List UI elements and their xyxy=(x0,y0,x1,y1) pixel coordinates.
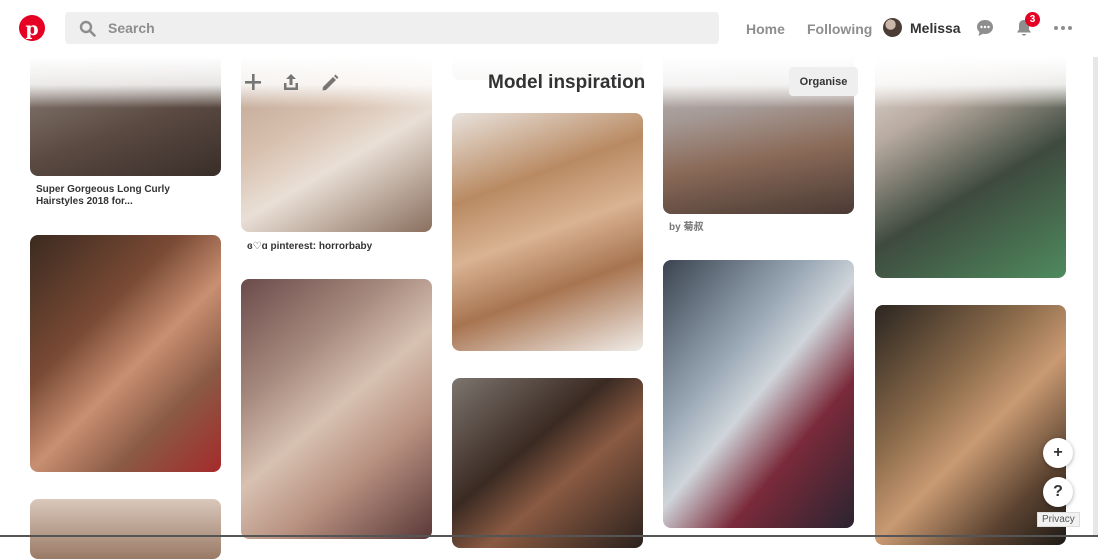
scrollbar-track[interactable] xyxy=(1093,0,1098,537)
add-pin-button[interactable] xyxy=(241,70,265,94)
more-icon xyxy=(1054,26,1072,30)
share-board-button[interactable] xyxy=(279,70,303,94)
nav-home[interactable]: Home xyxy=(746,21,785,37)
notification-badge: 3 xyxy=(1025,12,1040,27)
more-options-button[interactable] xyxy=(1052,17,1074,39)
edit-board-button[interactable] xyxy=(318,70,342,94)
share-icon xyxy=(284,74,298,90)
pin-caption[interactable]: ɞ♡ɑ pinterest: horrorbaby xyxy=(247,241,427,253)
pinterest-logo-icon[interactable]: p xyxy=(19,15,45,41)
privacy-link[interactable]: Privacy xyxy=(1037,512,1080,527)
help-button[interactable]: ? xyxy=(1043,477,1073,507)
pin-image[interactable] xyxy=(241,279,432,539)
user-profile-link[interactable]: Melissa xyxy=(883,18,961,37)
search-input[interactable] xyxy=(106,19,670,37)
pin-caption[interactable]: by 菊叔 xyxy=(669,222,849,234)
svg-text:p: p xyxy=(25,18,38,40)
search-bar[interactable] xyxy=(65,12,719,44)
top-navigation-bar: p Home Following Melissa 3 xyxy=(0,0,1098,57)
pin-image[interactable] xyxy=(30,235,221,472)
pin-image[interactable] xyxy=(452,113,643,351)
search-icon xyxy=(79,20,96,37)
pin-image[interactable] xyxy=(875,305,1066,545)
messages-button[interactable] xyxy=(974,17,996,39)
pin-caption[interactable]: Super Gorgeous Long Curly Hairstyles 201… xyxy=(36,184,211,208)
pin-image[interactable] xyxy=(452,378,643,548)
nav-following[interactable]: Following xyxy=(807,21,872,37)
add-icon xyxy=(245,74,261,90)
chat-icon xyxy=(977,20,993,36)
board-title: Model inspiration xyxy=(488,72,646,93)
pin-image[interactable] xyxy=(663,260,854,528)
add-floating-button[interactable]: + xyxy=(1043,438,1073,468)
pin-image[interactable] xyxy=(30,499,221,559)
organise-button[interactable]: Organise xyxy=(789,67,858,96)
user-name: Melissa xyxy=(910,19,961,36)
edit-icon xyxy=(322,74,339,91)
avatar xyxy=(883,18,902,37)
